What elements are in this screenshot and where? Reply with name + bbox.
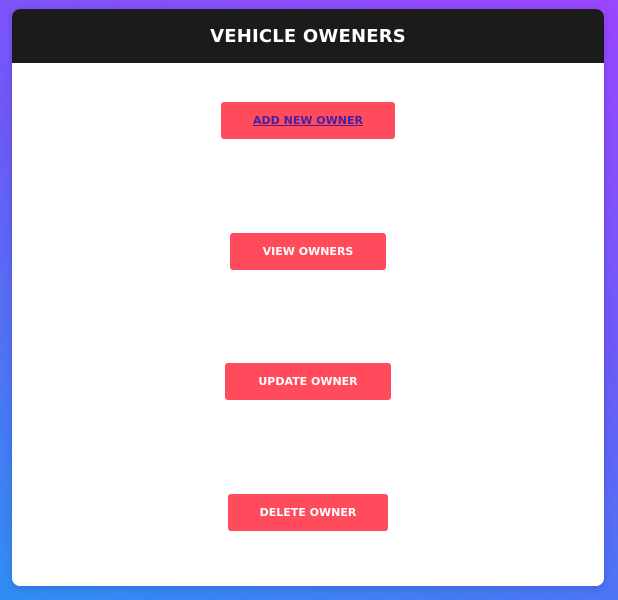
view-owners-button[interactable]: VIEW OWNERS [230,233,386,270]
add-new-owner-link[interactable]: ADD NEW OWNER [253,114,363,127]
delete-owner-button[interactable]: DELETE OWNER [228,494,388,531]
page-title: VEHICLE OWENERS [210,25,406,47]
update-owner-button[interactable]: UPDATE OWNER [225,363,391,400]
add-new-owner-button[interactable]: ADD NEW OWNER [221,102,395,139]
owners-card: VEHICLE OWENERS ADD NEW OWNER VIEW OWNER… [12,9,604,586]
card-header: VEHICLE OWENERS [12,9,604,63]
